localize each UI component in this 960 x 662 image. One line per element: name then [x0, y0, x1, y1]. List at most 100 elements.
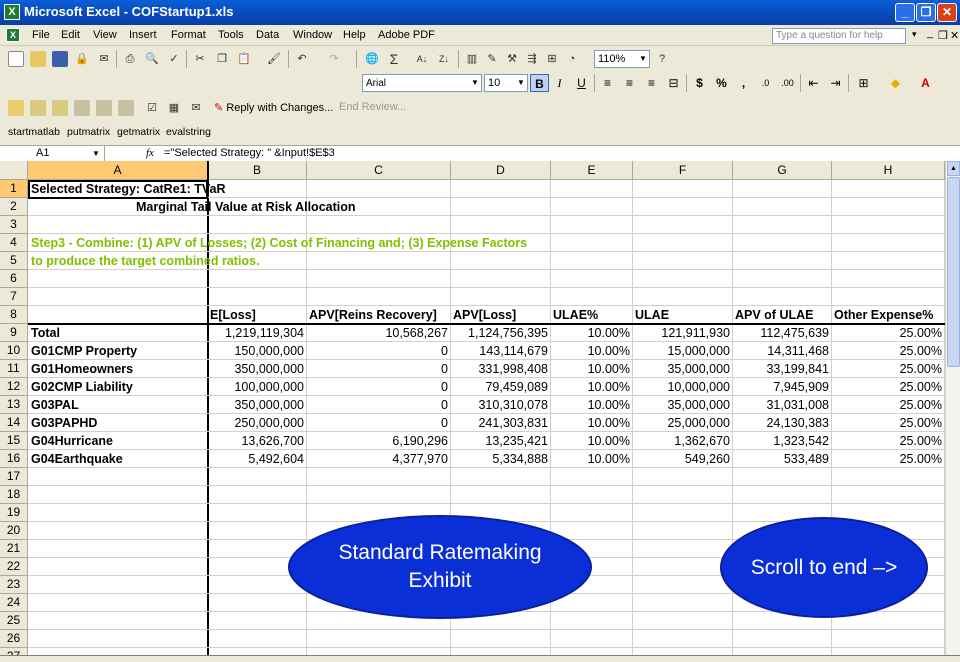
- row-header-8[interactable]: 8: [0, 306, 28, 324]
- tools-icon[interactable]: ⚒: [504, 51, 520, 67]
- undo-icon[interactable]: ↶: [294, 51, 310, 67]
- zoom-select[interactable]: 110% ▼: [594, 50, 650, 68]
- restore-workbook-icon[interactable]: ❐: [938, 29, 948, 42]
- row-header-1[interactable]: 1: [0, 180, 28, 198]
- spelling-icon[interactable]: ✓: [166, 51, 182, 67]
- formula-input[interactable]: ="Selected Strategy: " &Input!$E$3: [164, 147, 335, 159]
- menu-adobe-pdf[interactable]: Adobe PDF: [378, 29, 435, 41]
- workbook-icon[interactable]: X: [6, 28, 20, 42]
- research-icon[interactable]: ⊞: [544, 51, 560, 67]
- percent-button[interactable]: %: [712, 74, 731, 92]
- align-right-icon[interactable]: ≡: [642, 74, 661, 92]
- row-header-5[interactable]: 5: [0, 252, 28, 270]
- dropdown-icon[interactable]: ▾: [912, 29, 917, 40]
- delete-comment-icon[interactable]: [118, 100, 134, 116]
- row-header-21[interactable]: 21: [0, 540, 28, 558]
- comma-button[interactable]: ,: [734, 74, 753, 92]
- row-header-10[interactable]: 10: [0, 342, 28, 360]
- menu-edit[interactable]: Edit: [61, 29, 80, 41]
- row-header-11[interactable]: 11: [0, 360, 28, 378]
- column-header-A[interactable]: A: [28, 161, 208, 180]
- email-icon[interactable]: ✉: [96, 51, 112, 67]
- scroll-thumb[interactable]: [947, 177, 960, 367]
- menu-data[interactable]: Data: [256, 29, 279, 41]
- row-header-12[interactable]: 12: [0, 378, 28, 396]
- print-preview-icon[interactable]: 🔍: [144, 51, 160, 67]
- increase-indent-icon[interactable]: ⇥: [826, 74, 845, 92]
- bold-button[interactable]: B: [530, 74, 549, 92]
- column-header-E[interactable]: E: [551, 161, 633, 180]
- close-icon[interactable]: ✕: [937, 3, 957, 22]
- row-header-3[interactable]: 3: [0, 216, 28, 234]
- ask-question-input[interactable]: Type a question for help: [772, 28, 906, 44]
- row-header-4[interactable]: 4: [0, 234, 28, 252]
- column-header-D[interactable]: D: [451, 161, 551, 180]
- hyperlink-icon[interactable]: 🌐: [364, 51, 380, 67]
- show-all-comments-icon[interactable]: [96, 100, 112, 116]
- comment-icon[interactable]: [8, 100, 24, 116]
- name-box[interactable]: A1 ▼: [0, 146, 105, 162]
- row-header-6[interactable]: 6: [0, 270, 28, 288]
- menu-view[interactable]: View: [93, 29, 117, 41]
- row-header-7[interactable]: 7: [0, 288, 28, 306]
- menu-file[interactable]: File: [32, 29, 50, 41]
- comment-next-icon[interactable]: [52, 100, 68, 116]
- column-header-G[interactable]: G: [733, 161, 832, 180]
- column-header-B[interactable]: B: [208, 161, 307, 180]
- row-header-24[interactable]: 24: [0, 594, 28, 612]
- column-header-C[interactable]: C: [307, 161, 451, 180]
- row-header-14[interactable]: 14: [0, 414, 28, 432]
- currency-button[interactable]: $: [690, 74, 709, 92]
- chart-wizard-icon[interactable]: ▥: [464, 51, 480, 67]
- menu-help[interactable]: Help: [343, 29, 366, 41]
- print-icon[interactable]: ⎙: [122, 51, 138, 67]
- help-icon[interactable]: ?: [654, 51, 670, 67]
- align-center-icon[interactable]: ≡: [620, 74, 639, 92]
- row-header-25[interactable]: 25: [0, 612, 28, 630]
- decrease-decimal-icon[interactable]: .00: [778, 74, 797, 92]
- menu-format[interactable]: Format: [171, 29, 206, 41]
- row-header-17[interactable]: 17: [0, 468, 28, 486]
- minimize-workbook-icon[interactable]: _: [927, 27, 933, 39]
- map-icon[interactable]: ◔: [564, 51, 580, 67]
- protect-icon[interactable]: ▦: [166, 100, 182, 116]
- restore-icon[interactable]: ❐: [916, 3, 936, 22]
- close-workbook-icon[interactable]: ✕: [950, 29, 959, 42]
- underline-button[interactable]: U: [572, 74, 591, 92]
- new-icon[interactable]: [8, 51, 24, 67]
- save-icon[interactable]: [52, 51, 68, 67]
- font-color-icon[interactable]: A: [916, 74, 935, 92]
- row-header-2[interactable]: 2: [0, 198, 28, 216]
- send-icon[interactable]: ✉: [188, 100, 204, 116]
- font-size-select[interactable]: 10 ▼: [484, 74, 528, 92]
- fill-color-icon[interactable]: ◆: [886, 74, 905, 92]
- vertical-scrollbar[interactable]: ▲: [945, 161, 960, 655]
- row-header-16[interactable]: 16: [0, 450, 28, 468]
- row-header-13[interactable]: 13: [0, 396, 28, 414]
- merge-center-icon[interactable]: ⊟: [664, 74, 683, 92]
- row-header-9[interactable]: 9: [0, 324, 28, 342]
- sort-descending-icon[interactable]: Z↓: [436, 51, 452, 67]
- autosum-icon[interactable]: Σ: [386, 51, 402, 67]
- permission-icon[interactable]: 🔒: [74, 51, 90, 67]
- italic-button[interactable]: I: [550, 74, 569, 92]
- row-header-23[interactable]: 23: [0, 576, 28, 594]
- menu-tools[interactable]: Tools: [218, 29, 244, 41]
- open-icon[interactable]: [30, 51, 46, 67]
- redo-icon[interactable]: ↷: [326, 51, 342, 67]
- increase-decimal-icon[interactable]: .0: [756, 74, 775, 92]
- fx-icon[interactable]: fx: [146, 147, 154, 159]
- column-header-H[interactable]: H: [832, 161, 945, 180]
- select-all-corner[interactable]: [0, 161, 28, 180]
- borders-icon[interactable]: ⊞: [854, 74, 873, 92]
- menu-window[interactable]: Window: [293, 29, 332, 41]
- cut-icon[interactable]: ✂: [192, 51, 208, 67]
- sheet-tabs-bar[interactable]: [0, 655, 960, 662]
- evalstring-button[interactable]: evalstring: [166, 126, 211, 138]
- decrease-indent-icon[interactable]: ⇤: [804, 74, 823, 92]
- font-select[interactable]: Arial ▼: [362, 74, 482, 92]
- align-left-icon[interactable]: ≡: [598, 74, 617, 92]
- row-header-15[interactable]: 15: [0, 432, 28, 450]
- row-header-19[interactable]: 19: [0, 504, 28, 522]
- row-header-22[interactable]: 22: [0, 558, 28, 576]
